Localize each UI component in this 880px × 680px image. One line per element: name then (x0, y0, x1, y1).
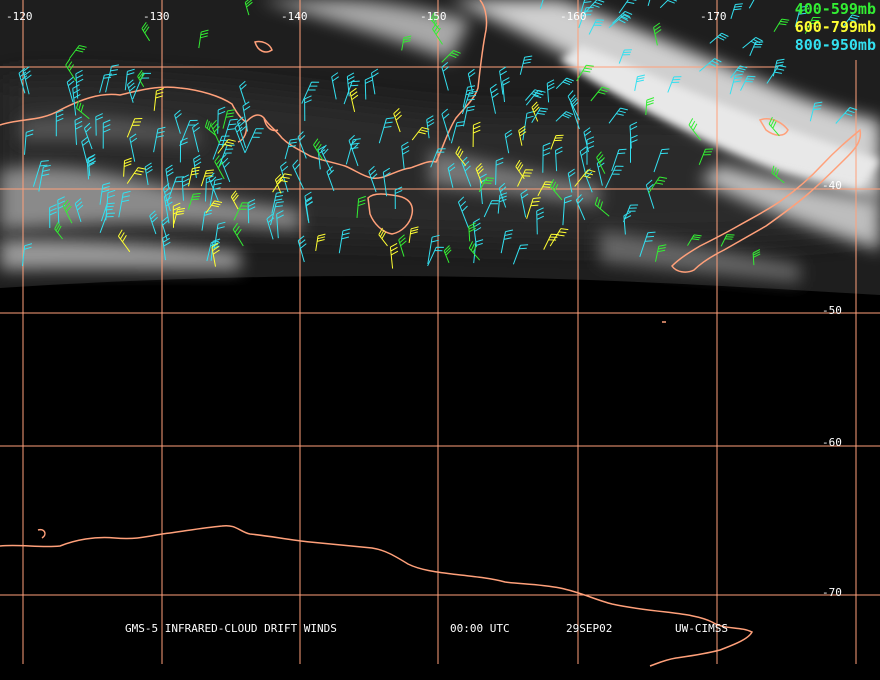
satellite-map (0, 0, 880, 680)
lon-label: -170 (700, 10, 727, 23)
product-title: GMS-5 INFRARED-CLOUD DRIFT WINDS (125, 622, 337, 635)
lat-label: -40 (822, 179, 842, 192)
lon-label: -160 (560, 10, 587, 23)
date-label: 29SEP02 (566, 622, 613, 635)
lon-label: -140 (281, 10, 308, 23)
time-label: 00:00 UTC (450, 622, 510, 635)
legend-600-799: 600-799mb (794, 18, 876, 36)
lat-label: -70 (822, 586, 842, 599)
footer: GMS-5 INFRARED-CLOUD DRIFT WINDS 00:00 U… (0, 623, 880, 678)
legend-800-950: 800-950mb (794, 36, 876, 54)
legend-400-599: 400-599mb (794, 0, 876, 18)
lon-label: -150 (420, 10, 447, 23)
lon-label: -120 (6, 10, 33, 23)
source-label: UW-CIMSS (675, 622, 728, 635)
lon-label: -130 (143, 10, 170, 23)
lat-label: -60 (822, 436, 842, 449)
lat-label: -50 (822, 304, 842, 317)
